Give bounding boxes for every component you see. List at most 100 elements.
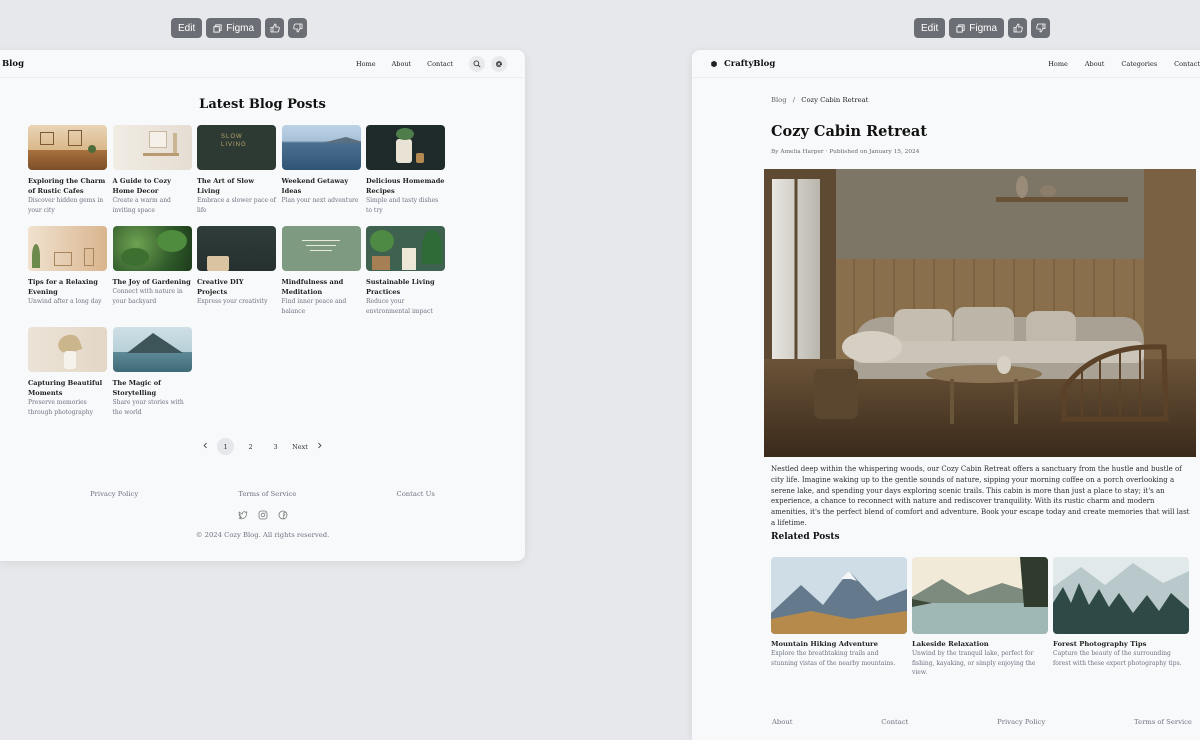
post-thumbnail [197,226,276,271]
related-post-card[interactable]: Mountain Hiking Adventure Explore the br… [771,557,907,678]
post-thumbnail [28,327,107,372]
post-grid: Exploring the Charm of Rustic Cafes Disc… [28,125,445,428]
caption-line: LIVING [221,142,247,148]
post-title: Creative DIY Projects [197,278,244,296]
post-description: Connect with nature in your backyard [112,288,183,305]
post-title: A Guide to Cozy Home Decor [112,177,171,195]
top-nav: Blog Home About Contact [0,50,525,78]
breadcrumb-current: Cozy Cabin Retreat [801,96,869,104]
nav-contact[interactable]: Contact [1174,60,1200,68]
facebook-icon[interactable] [278,510,288,520]
blog-list-preview: Blog Home About Contact Latest Blog Post… [0,50,525,561]
post-card[interactable]: Exploring the Charm of Rustic Cafes Disc… [28,125,107,226]
brand-logo[interactable]: Blog [2,59,24,69]
post-card[interactable]: SLOW LIVING The Art of Slow Living Embra… [197,125,276,226]
post-title: Weekend Getaway Ideas [281,177,349,195]
article-title: Cozy Cabin Retreat [771,123,928,140]
breadcrumb-separator: / [792,96,796,104]
post-description: Discover hidden gems in your city [28,197,104,214]
post-title: Sustainable Living Practices [366,278,435,296]
nav-home[interactable]: Home [356,60,376,68]
twitter-icon[interactable] [238,510,248,520]
cabin-interior-illustration [764,169,1196,457]
footer-privacy-link[interactable]: Privacy Policy [90,490,138,498]
thumbs-down-button[interactable] [288,18,308,38]
page-2-button[interactable]: 2 [242,438,259,455]
post-card[interactable]: Weekend Getaway Ideas Plan your next adv… [281,125,361,226]
post-thumbnail [281,125,361,170]
footer-contact-link[interactable]: Contact [881,718,908,726]
related-posts: Mountain Hiking Adventure Explore the br… [771,557,1189,678]
next-arrow-button[interactable] [316,442,323,451]
post-description: Create a warm and inviting space [112,197,171,214]
post-thumbnail: SLOW LIVING [197,125,276,170]
brand-logo[interactable]: CraftyBlog [710,59,775,69]
post-card[interactable]: Delicious Homemade Recipes Simple and ta… [366,125,445,226]
nav-about[interactable]: About [1085,60,1105,68]
page-3-button[interactable]: 3 [267,438,284,455]
caption-line: SLOW [221,134,243,140]
search-icon [473,60,481,68]
post-card[interactable]: The Joy of Gardening Connect with nature… [112,226,192,327]
page-1-button[interactable]: 1 [217,438,235,455]
next-page-button[interactable]: Next [292,443,308,451]
prev-page-button[interactable] [202,442,209,451]
thumbnail-caption: SLOW LIVING [221,133,247,149]
related-thumbnail [771,557,907,634]
post-title: The Joy of Gardening [112,278,191,286]
thumbs-down-icon [292,23,302,33]
copyright: © 2024 Cozy Blog. All rights reserved. [195,531,330,539]
related-posts-heading: Related Posts [771,532,840,542]
post-card[interactable]: Tips for a Relaxing Evening Unwind after… [28,226,107,327]
figma-label: Figma [226,22,255,34]
thumbs-up-button[interactable] [265,18,285,38]
related-thumbnail [1053,557,1189,634]
edit-button[interactable]: Edit [171,18,203,38]
figma-button[interactable]: Figma [206,18,262,38]
pagination: 1 2 3 Next [0,438,525,455]
lake-landscape-image [912,557,1048,634]
account-button[interactable] [491,55,507,72]
figma-button[interactable]: Figma [949,18,1005,38]
post-title: Tips for a Relaxing Evening [28,278,98,296]
chevron-left-icon [203,442,207,449]
article-byline: By Amelia Harper · Published on January … [771,149,920,155]
footer-privacy-link[interactable]: Privacy Policy [997,718,1045,726]
related-description: Explore the breathtaking trails and stun… [771,650,896,667]
related-title: Forest Photography Tips [1053,640,1147,648]
thumbs-down-button[interactable] [1031,18,1051,38]
footer-about-link[interactable]: About [772,718,792,726]
post-card[interactable]: Creative DIY Projects Express your creat… [197,226,276,327]
mountain-landscape-image [771,557,907,634]
related-post-card[interactable]: Forest Photography Tips Capture the beau… [1053,557,1189,678]
post-thumbnail [281,226,361,271]
copy-icon [956,23,965,33]
nav-contact[interactable]: Contact [427,60,453,68]
post-thumbnail [28,125,107,170]
breadcrumb-blog-link[interactable]: Blog [771,96,787,104]
nav-categories[interactable]: Categories [1121,60,1157,68]
nav-about[interactable]: About [392,60,412,68]
edit-button[interactable]: Edit [914,18,946,38]
post-description: Embrace a slower pace of life [197,197,276,214]
post-card[interactable]: Mindfulness and Meditation Find inner pe… [281,226,361,327]
thumbs-up-button[interactable] [1008,18,1028,38]
post-title: Mindfulness and Meditation [281,278,344,296]
footer-contact-link[interactable]: Contact Us [397,490,435,498]
post-card[interactable]: The Magic of Storytelling Share your sto… [112,327,192,428]
post-thumbnail [366,125,445,170]
related-description: Capture the beauty of the surrounding fo… [1053,650,1182,667]
nav-home[interactable]: Home [1048,60,1068,68]
right-preview-toolbar: Edit Figma [914,18,1051,38]
related-post-card[interactable]: Lakeside Relaxation Unwind by the tranqu… [912,557,1048,678]
thumbs-up-icon [270,23,280,33]
post-card[interactable]: A Guide to Cozy Home Decor Create a warm… [112,125,192,226]
search-button[interactable] [469,55,485,72]
instagram-icon[interactable] [258,510,268,520]
post-card[interactable]: Capturing Beautiful Moments Preserve mem… [28,327,107,428]
footer-terms-link[interactable]: Terms of Service [1134,718,1192,726]
post-card[interactable]: Sustainable Living Practices Reduce your… [366,226,445,327]
post-thumbnail [112,226,192,271]
logo-icon [711,60,717,67]
footer-terms-link[interactable]: Terms of Service [238,490,296,498]
